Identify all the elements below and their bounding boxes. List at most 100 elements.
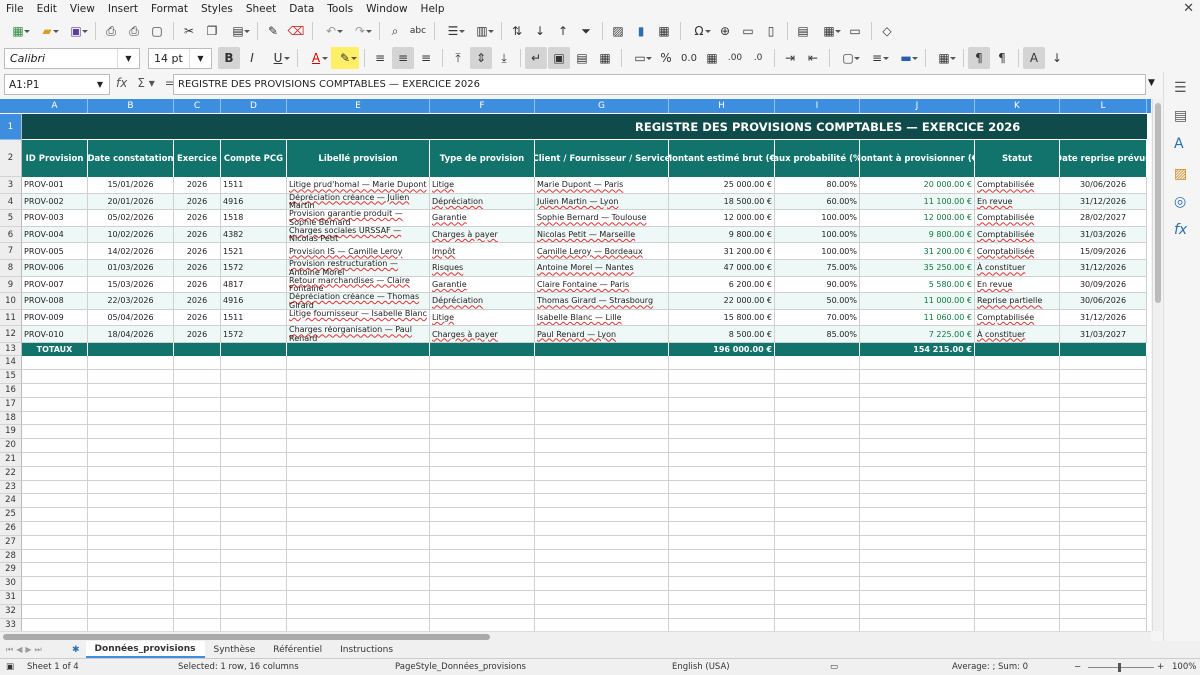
menu-item-edit[interactable]: Edit — [37, 3, 57, 15]
column-title[interactable]: Date constatation — [88, 140, 174, 177]
tab-navigation[interactable]: ⏮ ◀ ▶ ⏭ — [0, 645, 72, 655]
column-header-a[interactable]: A — [22, 99, 88, 113]
totals-cell[interactable] — [430, 343, 535, 357]
scroll-thumb[interactable] — [3, 634, 490, 640]
empty-cell[interactable] — [775, 549, 860, 564]
row-header[interactable]: 10 — [0, 293, 22, 310]
next-sheet-icon[interactable]: ▶ — [25, 645, 31, 655]
empty-cell[interactable] — [174, 549, 221, 564]
table-cell[interactable]: Litige fournisseur — Isabelle Blanc — [287, 309, 430, 327]
table-cell[interactable]: Comptabilisée — [975, 210, 1060, 227]
empty-cell[interactable] — [860, 453, 975, 467]
column-header-i[interactable]: I — [775, 99, 860, 113]
empty-cell[interactable] — [535, 563, 669, 578]
empty-cell[interactable] — [22, 577, 88, 591]
row-header[interactable]: 11 — [0, 309, 22, 327]
table-cell[interactable]: Dépréciation créance — Thomas Girard — [287, 293, 430, 310]
empty-cell[interactable] — [535, 577, 669, 591]
empty-cell[interactable] — [669, 604, 775, 619]
menu-item-sheet[interactable]: Sheet — [246, 3, 276, 15]
empty-cell[interactable] — [669, 356, 775, 371]
empty-cell[interactable] — [535, 508, 669, 522]
header-footer-icon[interactable]: ▯ — [760, 20, 782, 42]
empty-cell[interactable] — [22, 563, 88, 578]
column-header-e[interactable]: E — [287, 99, 430, 113]
table-cell[interactable]: Charges réorganisation — Paul Renard — [287, 326, 430, 343]
align-top-icon[interactable]: ⤒ — [447, 47, 469, 69]
empty-cell[interactable] — [535, 411, 669, 426]
tab-instructions[interactable]: Instructions — [331, 641, 402, 658]
column-header-b[interactable]: B — [88, 99, 174, 113]
copy-icon[interactable]: ❐ — [201, 20, 223, 42]
empty-cell[interactable] — [775, 439, 860, 453]
empty-cell[interactable] — [860, 384, 975, 398]
table-cell[interactable]: 1572 — [221, 260, 287, 277]
table-cell[interactable]: 2026 — [174, 260, 221, 277]
empty-cell[interactable] — [221, 563, 287, 578]
column-header-f[interactable]: F — [430, 99, 535, 113]
empty-cell[interactable] — [775, 522, 860, 536]
row-header[interactable]: 21 — [0, 453, 22, 467]
table-cell[interactable]: 7 225.00 € — [860, 326, 975, 343]
table-cell[interactable]: 31/03/2026 — [1060, 226, 1147, 244]
empty-cell[interactable] — [535, 535, 669, 550]
totals-cell[interactable]: TOTAUX — [22, 343, 88, 357]
empty-cell[interactable] — [174, 439, 221, 453]
column-header-c[interactable]: C — [174, 99, 221, 113]
table-cell[interactable]: 05/04/2026 — [88, 309, 174, 327]
empty-cell[interactable] — [174, 522, 221, 536]
row-header[interactable]: 17 — [0, 397, 22, 412]
empty-cell[interactable] — [975, 453, 1060, 467]
empty-cell[interactable] — [22, 356, 88, 371]
empty-cell[interactable] — [975, 604, 1060, 619]
table-cell[interactable]: 75.00% — [775, 260, 860, 277]
align-center-icon[interactable]: ≡ — [392, 47, 414, 69]
table-cell[interactable]: PROV-009 — [22, 309, 88, 327]
table-cell[interactable]: Litige — [430, 309, 535, 327]
close-icon[interactable]: ✕ — [1183, 1, 1194, 16]
empty-cell[interactable] — [535, 618, 669, 631]
empty-cell[interactable] — [775, 480, 860, 495]
row-header[interactable]: 18 — [0, 411, 22, 426]
empty-cell[interactable] — [22, 618, 88, 631]
empty-cell[interactable] — [22, 535, 88, 550]
scroll-thumb[interactable] — [1155, 103, 1161, 303]
table-cell[interactable]: Charges sociales URSSAF — Nicolas Petit — [287, 226, 430, 244]
empty-cell[interactable] — [430, 522, 535, 536]
empty-cell[interactable] — [174, 453, 221, 467]
define-print-area-icon[interactable]: ▤ — [792, 20, 814, 42]
comment-icon[interactable]: ▭ — [737, 20, 759, 42]
empty-cell[interactable] — [1060, 411, 1147, 426]
table-cell[interactable]: 4916 — [221, 293, 287, 310]
empty-cell[interactable] — [430, 453, 535, 467]
empty-cell[interactable] — [22, 411, 88, 426]
expand-formula-icon[interactable]: ▼ — [1148, 78, 1155, 88]
empty-cell[interactable] — [1060, 618, 1147, 631]
table-cell[interactable]: 22/03/2026 — [88, 293, 174, 310]
table-cell[interactable]: Marie Dupont — Paris — [535, 177, 669, 194]
totals-cell[interactable]: 154 215.00 € — [860, 343, 975, 357]
open-folder-icon[interactable]: ▰ — [33, 20, 61, 42]
table-cell[interactable]: 10/02/2026 — [88, 226, 174, 244]
empty-cell[interactable] — [775, 384, 860, 398]
empty-cell[interactable] — [860, 480, 975, 495]
empty-cell[interactable] — [975, 439, 1060, 453]
number-format-icon[interactable]: 0.0 — [678, 47, 700, 69]
empty-cell[interactable] — [88, 480, 174, 495]
table-cell[interactable]: En revue — [975, 276, 1060, 294]
print-preview-icon[interactable]: ▢ — [146, 20, 168, 42]
empty-cell[interactable] — [88, 604, 174, 619]
split-window-icon[interactable]: ▭ — [844, 20, 866, 42]
empty-cell[interactable] — [975, 384, 1060, 398]
insert-chart-icon[interactable]: ▮ — [630, 20, 652, 42]
empty-cell[interactable] — [975, 356, 1060, 371]
table-cell[interactable]: 30/06/2026 — [1060, 293, 1147, 310]
empty-cell[interactable] — [430, 549, 535, 564]
empty-cell[interactable] — [535, 480, 669, 495]
empty-cell[interactable] — [88, 591, 174, 605]
column-title[interactable]: Statut — [975, 140, 1060, 177]
empty-cell[interactable] — [669, 453, 775, 467]
row-header[interactable]: 3 — [0, 177, 22, 194]
table-cell[interactable]: Camille Leroy — Bordeaux — [535, 243, 669, 260]
empty-cell[interactable] — [88, 411, 174, 426]
